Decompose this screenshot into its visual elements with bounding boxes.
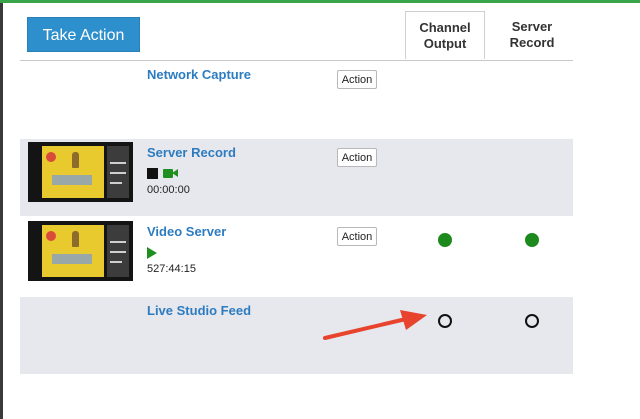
column-header-server-record-line2: Record [509,35,555,50]
channel-output-status-idle[interactable] [438,314,452,328]
camera-icon[interactable] [163,168,179,179]
column-header-channel-output-line1: Channel [419,20,471,35]
column-header-server-record-line1: Server [511,19,553,34]
play-icon[interactable] [147,247,157,259]
source-title[interactable]: Video Server [147,224,226,239]
stop-icon[interactable] [147,168,158,179]
channel-output-status-active[interactable] [438,233,452,247]
top-accent-bar [0,0,640,3]
take-action-button[interactable]: Take Action [27,17,140,52]
left-edge-rail [0,3,3,419]
server-record-status-idle[interactable] [525,314,539,328]
source-row-live-studio-feed: Live Studio Feed [20,297,573,374]
action-button[interactable]: Action [337,70,377,89]
action-button[interactable]: Action [337,227,377,246]
source-row-server-record: Server Record 00:00:00 Action [20,139,573,216]
action-button[interactable]: Action [337,148,377,167]
source-title[interactable]: Live Studio Feed [147,303,251,318]
server-record-status-active[interactable] [525,233,539,247]
column-header-channel-output: Channel Output [405,11,485,59]
elapsed-time: 527:44:15 [147,263,196,275]
source-row-network-capture: Network Capture Action [20,61,573,138]
source-title[interactable]: Network Capture [147,67,251,82]
column-header-channel-output-line2: Output [423,36,467,51]
source-thumbnail [28,142,133,202]
source-thumbnail [28,221,133,281]
source-title[interactable]: Server Record [147,145,236,160]
annotation-arrow-icon [323,310,427,340]
source-row-video-server: Video Server 527:44:15 Action [20,218,573,295]
elapsed-time: 00:00:00 [147,184,190,196]
column-header-server-record: Server Record [492,11,572,59]
